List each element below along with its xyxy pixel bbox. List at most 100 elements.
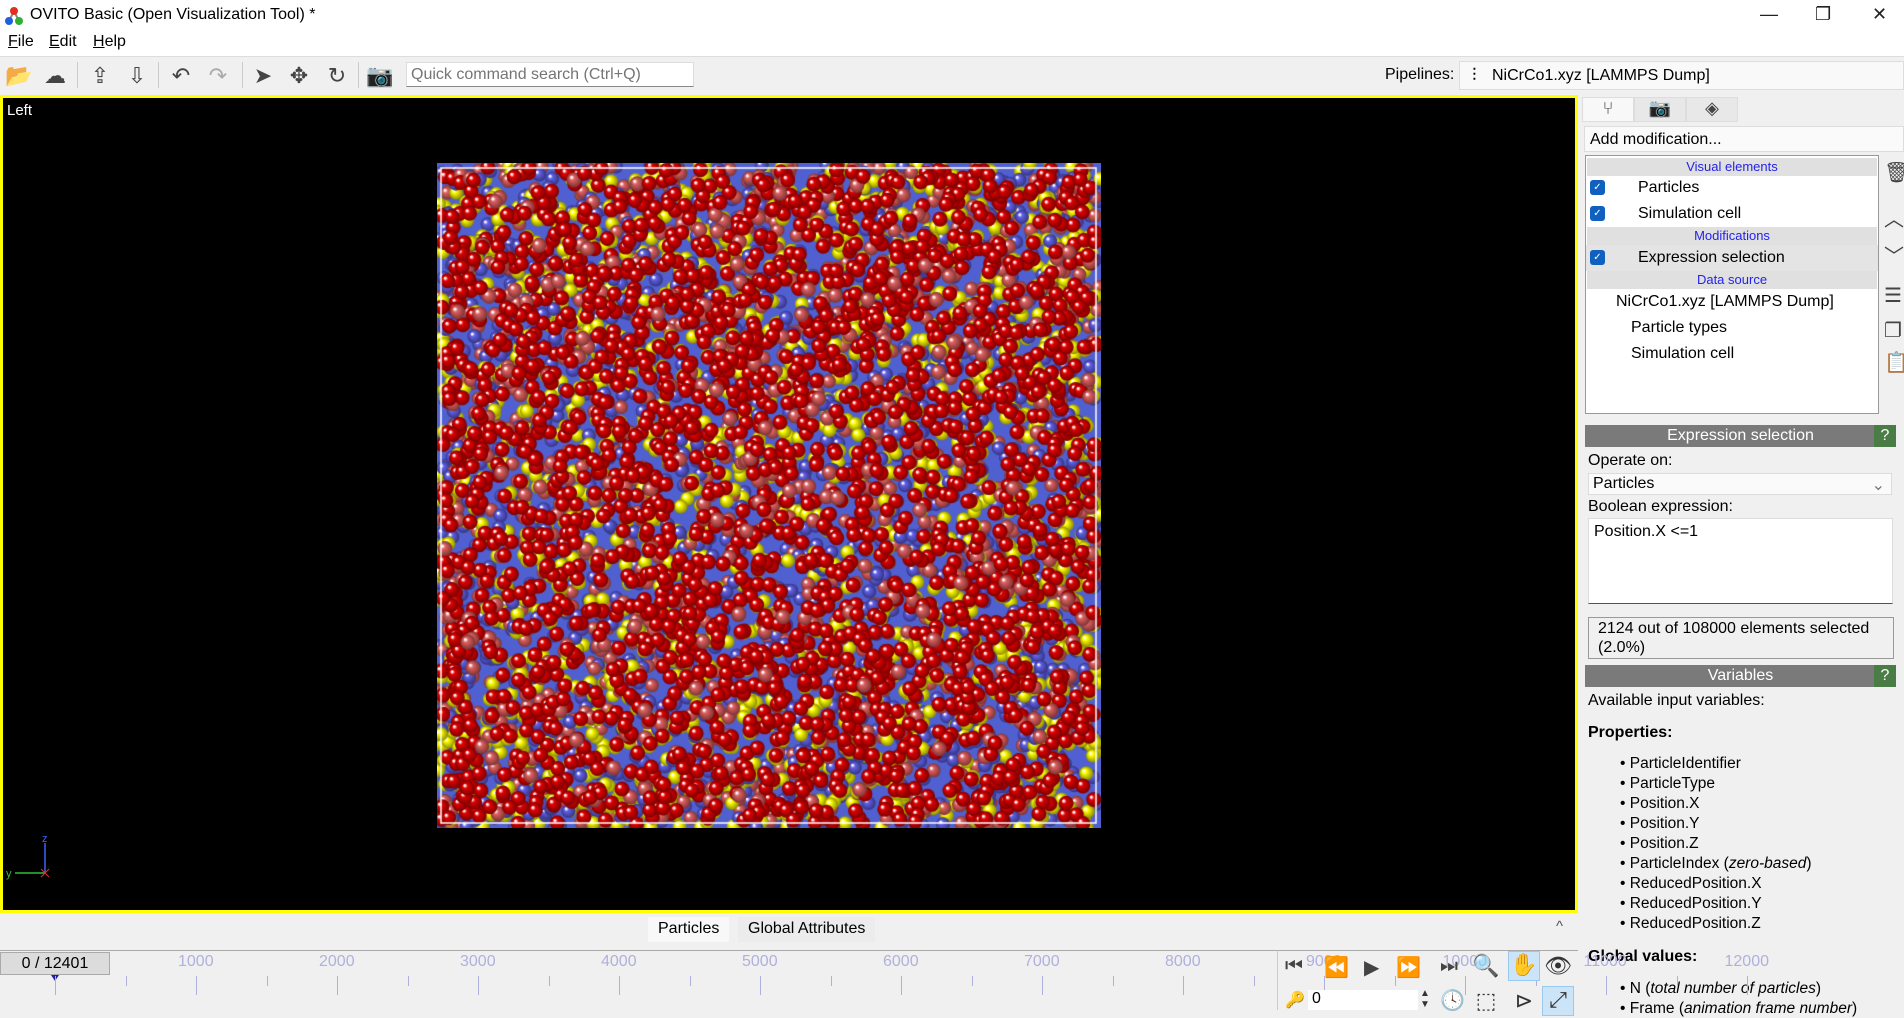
menu-file[interactable]: File [8, 33, 34, 51]
item-label: NiCrCo1.xyz [LAMMPS Dump] [1616, 293, 1834, 310]
global-var-n: • N (total number of particles) [1620, 980, 1821, 997]
boolean-expression-label: Boolean expression: [1588, 498, 1733, 515]
list-icon[interactable]: ☰ [1884, 283, 1904, 308]
timeline-tick [1112, 976, 1114, 986]
menu-edit[interactable]: Edit [49, 33, 77, 51]
pipeline-item-particle-types[interactable]: Particle types [1586, 315, 1878, 341]
jump-to-start-icon[interactable]: ⏮ [1285, 955, 1303, 978]
zoom-icon[interactable]: 🔍 [1470, 953, 1502, 983]
rotate-icon[interactable]: ↻ [322, 62, 352, 90]
item-label: Particle types [1631, 319, 1728, 336]
move-down-icon[interactable]: ﹀ [1884, 240, 1904, 269]
property-var: • ReducedPosition.X [1620, 875, 1762, 892]
collapse-icon[interactable]: ^ [1556, 918, 1563, 935]
axis-z-label: z [42, 833, 48, 845]
viewport-left[interactable]: Left z y [0, 95, 1578, 913]
tab-overlays-icon[interactable]: ◈ [1686, 97, 1738, 122]
property-var: • Position.X [1620, 795, 1700, 812]
item-label: Simulation cell [1638, 205, 1742, 222]
var-name: Position.X [1629, 795, 1700, 812]
spinner-arrows-icon[interactable]: ▲ ▼ [1420, 988, 1430, 1010]
property-var: • ParticleType [1620, 775, 1716, 792]
delete-icon[interactable]: 🗑 [1884, 160, 1904, 185]
panel-title: Expression selection [1667, 427, 1814, 444]
step-back-icon[interactable]: ⏪ [1324, 955, 1349, 980]
timeline-tick [478, 976, 479, 995]
var-name: ParticleIndex [1629, 855, 1720, 872]
operate-on-value: Particles [1593, 475, 1655, 492]
restore-button[interactable]: ❐ [1815, 4, 1831, 25]
ovito-logo-icon [5, 7, 23, 25]
jump-to-end-icon[interactable]: ⏭ [1440, 955, 1458, 978]
select-pointer-icon[interactable]: ➤ [248, 62, 278, 90]
var-name: Position.Z [1629, 835, 1699, 852]
animation-settings-clock-icon[interactable]: 🕓 [1440, 988, 1465, 1013]
frame-indicator[interactable]: 0 / 12401 [0, 952, 110, 975]
orbit-eye-icon[interactable]: 👁 [1542, 953, 1574, 983]
add-modification-dropdown[interactable]: Add modification... [1584, 126, 1904, 152]
download-icon[interactable]: ☁ [40, 62, 70, 90]
property-var: • ParticleIdentifier [1620, 755, 1741, 772]
panel-title: Variables [1707, 667, 1774, 684]
move-icon[interactable]: ✥ [284, 62, 314, 90]
timeline-tick [1676, 976, 1678, 986]
undo-icon[interactable]: ↶ [166, 62, 196, 90]
timeline-tick [266, 976, 268, 986]
tab-particles[interactable]: Particles [648, 917, 730, 942]
open-file-icon[interactable]: 📂 [4, 62, 34, 90]
toolbar-separator [158, 62, 159, 88]
frame-spinner[interactable]: 0 [1308, 990, 1418, 1010]
timeline-tick [125, 976, 127, 986]
checkbox-checked-icon[interactable]: ✓ [1590, 206, 1605, 221]
boolean-expression-input[interactable]: Position.X <=1 [1588, 518, 1893, 604]
pan-hand-icon[interactable]: ✋ [1508, 951, 1540, 981]
timeline-tick [619, 976, 620, 995]
checkbox-checked-icon[interactable]: ✓ [1590, 250, 1605, 265]
camera-icon[interactable]: 📷 [365, 62, 395, 90]
minimize-button[interactable]: — [1760, 4, 1778, 25]
copy-icon[interactable]: ❐ [1884, 318, 1904, 343]
variables-intro: Available input variables: [1588, 692, 1765, 709]
step-forward-icon[interactable]: ⏩ [1396, 955, 1421, 980]
viewport-caption[interactable]: Left [7, 102, 32, 119]
clipboard-icon[interactable]: 📋 [1884, 350, 1904, 375]
pipeline-item-simulation-cell[interactable]: ✓ Simulation cell [1586, 201, 1878, 227]
pipeline-item-particles[interactable]: ✓ Particles [1586, 175, 1878, 201]
operate-on-dropdown[interactable]: Particles ⌄ [1588, 473, 1892, 495]
selection-status: 2124 out of 108000 elements selected (2.0… [1588, 617, 1894, 659]
status-percent: (2.0%) [1598, 639, 1646, 656]
pipeline-item-data-file[interactable]: NiCrCo1.xyz [LAMMPS Dump] [1586, 289, 1878, 315]
play-icon[interactable]: ▶ [1364, 955, 1379, 980]
export-icon[interactable]: ⇪ [85, 62, 115, 90]
item-label: Particles [1638, 179, 1700, 196]
pipeline-selector[interactable]: ⫶ NiCrCo1.xyz [LAMMPS Dump] [1459, 61, 1904, 90]
zoom-scene-extents-icon[interactable]: ⬚ [1470, 988, 1502, 1018]
move-up-icon[interactable]: ︿ [1884, 203, 1904, 232]
help-button[interactable]: ? [1874, 425, 1896, 447]
menu-file-label: File [8, 33, 34, 50]
menu-help-label: Help [93, 33, 126, 50]
pipeline-editor-list[interactable]: Visual elements ✓ Particles ✓ Simulation c… [1585, 155, 1879, 414]
tab-render-icon[interactable]: 📷 [1634, 97, 1686, 122]
tab-pipeline-icon[interactable]: ⑂ [1582, 97, 1634, 122]
checkbox-checked-icon[interactable]: ✓ [1590, 180, 1605, 195]
help-button[interactable]: ? [1874, 665, 1896, 687]
tab-global-attributes[interactable]: Global Attributes [738, 917, 876, 942]
timeline-tick [901, 976, 902, 995]
operate-on-label: Operate on: [1588, 452, 1673, 469]
quick-command-search[interactable] [406, 62, 694, 87]
property-var: • ReducedPosition.Y [1620, 895, 1762, 912]
menu-help[interactable]: Help [93, 33, 126, 51]
var-note: zero-based [1728, 855, 1807, 872]
redo-icon[interactable]: ↷ [203, 62, 233, 90]
pipeline-item-source-simulation-cell[interactable]: Simulation cell [1586, 341, 1878, 367]
property-var: • ReducedPosition.Z [1620, 915, 1761, 932]
field-of-view-icon[interactable]: ⊳ [1508, 988, 1540, 1018]
menu-edit-label: Edit [49, 33, 77, 50]
pipeline-item-expression-selection[interactable]: ✓ Expression selection [1586, 245, 1878, 271]
timeline-tick-label: 6000 [883, 953, 919, 970]
close-button[interactable]: ✕ [1872, 4, 1887, 25]
maximize-viewport-icon[interactable]: ⤢ [1542, 986, 1574, 1016]
global-var-frame: • Frame (animation frame number) [1620, 1000, 1858, 1017]
import-icon[interactable]: ⇩ [122, 62, 152, 90]
